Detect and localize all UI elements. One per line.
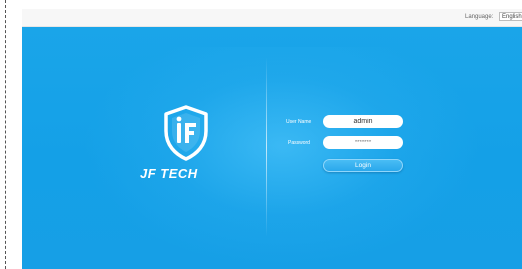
vertical-divider	[266, 57, 267, 237]
language-label: Language:	[465, 14, 494, 20]
brand-name: JF TECH	[140, 166, 198, 181]
login-button[interactable]: Login	[323, 159, 403, 172]
top-bar: Language: English	[22, 9, 522, 27]
language-select[interactable]: English	[499, 12, 522, 21]
page-border-dashed	[5, 0, 6, 269]
password-input[interactable]	[323, 136, 403, 149]
background-glow	[82, 47, 482, 267]
username-label: User Name	[286, 119, 312, 125]
username-input[interactable]	[323, 115, 403, 128]
password-label: Password	[288, 140, 310, 146]
login-panel: JF TECH User Name Password Login	[22, 27, 522, 269]
shield-logo-icon	[164, 105, 208, 161]
